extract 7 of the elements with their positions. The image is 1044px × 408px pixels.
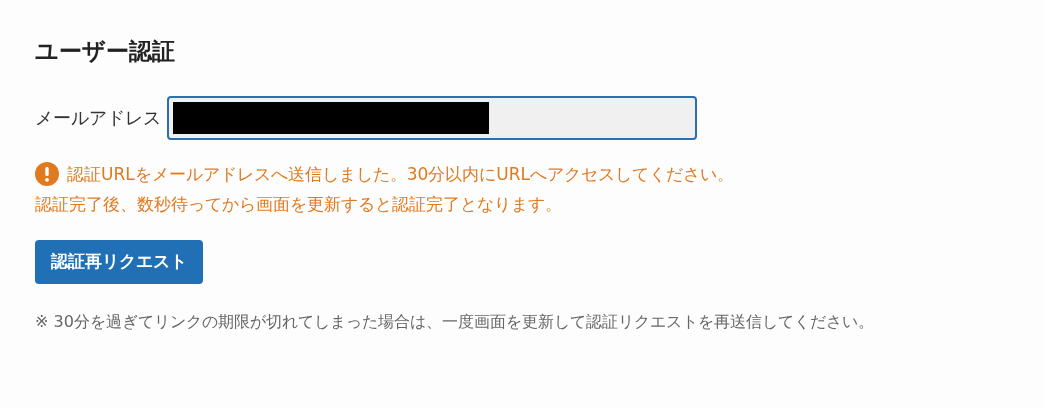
email-field[interactable]: [167, 95, 697, 140]
notice-text: 認証URLをメールアドレスへ送信しました。30分以内にURLへアクセスしてください。: [67, 162, 735, 186]
footnote: ※ 30分を過ぎてリンクの期限が切れてしまった場合は、一度画面を更新して認証リクエストを再送信してください。: [35, 311, 875, 333]
notice-text: 認証完了後、数秒待ってから画面を更新すると認証完了となります。: [35, 192, 562, 216]
resend-button[interactable]: 認証再リクエスト: [35, 239, 203, 284]
page-title: ユーザー認証: [35, 38, 176, 66]
field-label: メールアドレス: [35, 105, 161, 130]
